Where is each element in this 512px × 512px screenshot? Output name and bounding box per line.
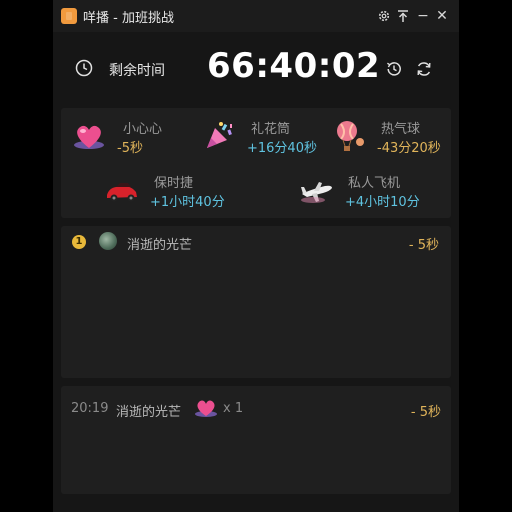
gift-time-value: +4小时10分 xyxy=(345,195,420,210)
clock-icon xyxy=(75,59,93,77)
gift-item-party-popper: 礼花筒 +16分40秒 xyxy=(201,116,329,156)
heart-gift-icon xyxy=(74,125,104,149)
gift-name: 礼花筒 xyxy=(251,122,291,137)
gift-name: 小心心 xyxy=(123,122,163,137)
history-icon[interactable] xyxy=(385,60,403,78)
countdown-value: 66:40:02 xyxy=(207,46,381,86)
contributor-amount: - 5秒 xyxy=(408,238,439,253)
minimize-button[interactable]: − xyxy=(414,6,432,26)
pin-top-icon[interactable] xyxy=(394,6,412,26)
gift-item-private-jet: 私人飞机 +4小时10分 xyxy=(299,170,439,210)
timer-bar: 剩余时间 66:40:02 xyxy=(53,32,459,104)
gift-rules-panel: 小心心 -5秒 礼花筒 +16分40秒 热气球 -43分20秒 保时捷 +1小时… xyxy=(61,108,451,218)
hot-air-balloon-gift-icon xyxy=(337,121,364,151)
avatar xyxy=(99,232,117,250)
event-user-name: 消逝的光芒 xyxy=(116,405,182,420)
window-title: 咩播 - 加班挑战 xyxy=(83,11,174,26)
contributor-name: 消逝的光芒 xyxy=(127,238,193,253)
gear-icon[interactable] xyxy=(375,6,393,26)
top-contributor-card: 1 消逝的光芒 - 5秒 xyxy=(61,226,451,378)
app-window: 咩播 - 加班挑战 − ✕ 剩余时间 66:40:02 小心心 -5秒 礼花筒 … xyxy=(53,0,459,512)
gift-name: 私人飞机 xyxy=(348,176,401,191)
gift-name: 保时捷 xyxy=(154,176,194,191)
title-bar[interactable]: 咩播 - 加班挑战 − ✕ xyxy=(53,0,459,32)
gift-time-value: -5秒 xyxy=(117,141,143,156)
timer-label: 剩余时间 xyxy=(109,63,165,79)
gift-count: x 1 xyxy=(223,401,244,416)
gift-time-value: +16分40秒 xyxy=(247,141,317,156)
gift-item-sports-car: 保时捷 +1小时40分 xyxy=(104,170,234,210)
sports-car-gift-icon xyxy=(107,183,137,202)
close-button[interactable]: ✕ xyxy=(433,6,451,26)
gift-item-heart: 小心心 -5秒 xyxy=(71,116,191,156)
gift-item-hot-air-balloon: 热气球 -43分20秒 xyxy=(331,116,451,156)
refresh-icon[interactable] xyxy=(415,60,433,78)
gift-name: 热气球 xyxy=(381,122,421,137)
private-jet-gift-icon xyxy=(301,182,332,203)
event-amount: - 5秒 xyxy=(410,405,441,420)
gift-time-value: -43分20秒 xyxy=(377,141,441,156)
app-logo-icon xyxy=(61,8,77,24)
event-log-card: 20:19 消逝的光芒 x 1 - 5秒 xyxy=(61,386,451,494)
party-popper-gift-icon xyxy=(207,122,232,148)
event-time: 20:19 xyxy=(71,401,109,416)
heart-gift-icon xyxy=(195,400,217,417)
gift-time-value: +1小时40分 xyxy=(150,195,225,210)
rank-badge: 1 xyxy=(72,235,86,249)
